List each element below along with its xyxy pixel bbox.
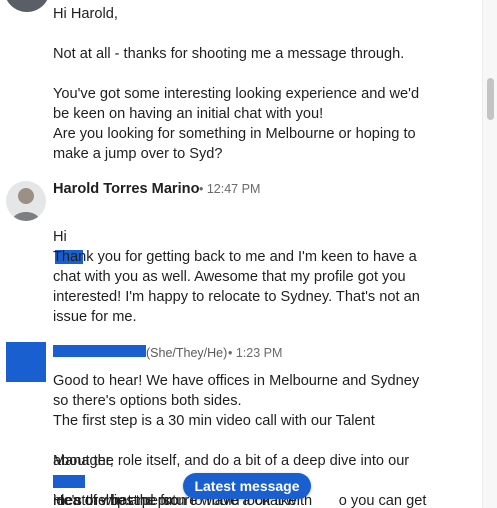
scrollbar[interactable] [482, 0, 497, 508]
message-body: Thank you for getting back to me and I'm… [53, 249, 420, 325]
message-body: Hi Harold, Not at all - thanks for shoot… [53, 6, 420, 162]
avatar-harold[interactable] [6, 181, 46, 221]
avatar[interactable] [4, 0, 50, 12]
message-body: Good to hear! We have offices in Melbour… [53, 373, 420, 429]
message-line: about the role itself, and do a bit of a… [53, 453, 410, 469]
person-icon [12, 188, 40, 221]
message-timestamp: • 1:23 PM [228, 346, 283, 360]
greeting-text: Hi [53, 229, 67, 245]
message-thread: Hi Harold, Not at all - thanks for shoot… [0, 0, 483, 508]
avatar-recruiter[interactable] [6, 342, 46, 382]
sender-name[interactable]: Harold Torres Marino [53, 179, 200, 199]
latest-message-button[interactable]: Latest message [183, 473, 311, 499]
message-timestamp: • 12:47 PM [199, 182, 261, 196]
sender-pronouns: (She/They/He) [146, 346, 228, 360]
redacted-sender-name [53, 345, 146, 357]
scrollbar-thumb[interactable] [487, 78, 494, 120]
